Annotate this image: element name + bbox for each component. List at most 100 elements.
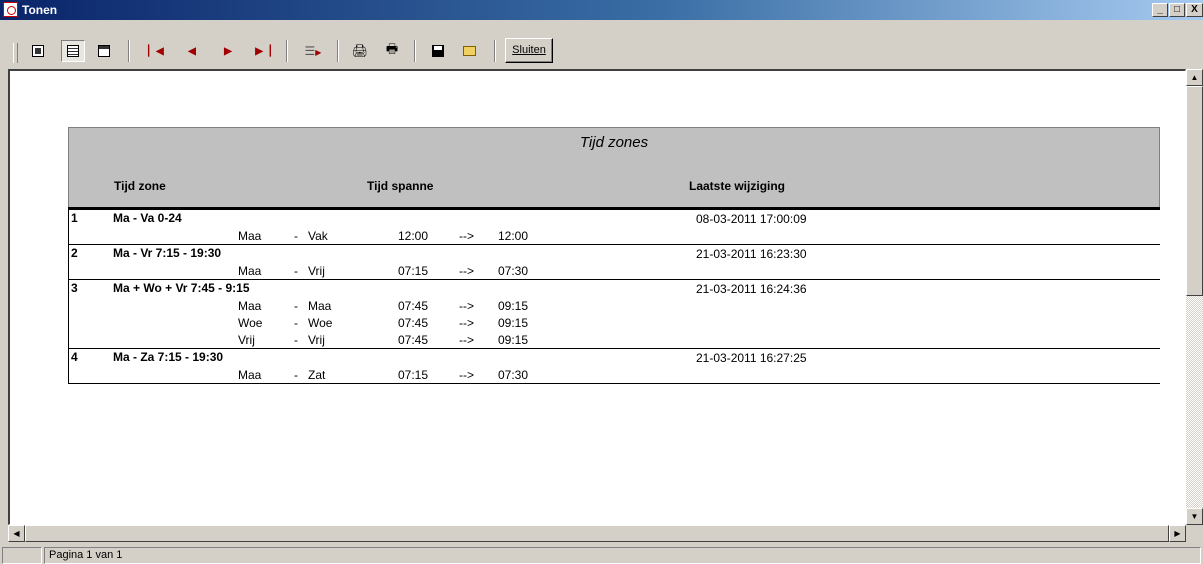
time-span-row: Vrij - Vrij 07:45 --> 09:15 [68, 331, 1160, 348]
span-start-time: 07:15 [398, 368, 429, 382]
span-start-time: 07:45 [398, 333, 429, 347]
toolbar-separator [128, 40, 130, 62]
open-icon [462, 46, 476, 56]
span-from-day: Maa [238, 368, 262, 382]
time-span-row: Maa - Maa 07:45 --> 09:15 [68, 297, 1160, 314]
scroll-down-button[interactable]: ▼ [1186, 508, 1203, 525]
toolbar-separator [337, 40, 339, 62]
vertical-scroll-thumb[interactable] [1186, 86, 1203, 296]
zone-name: Ma - Vr 7:15 - 19:30 [113, 246, 222, 260]
scroll-left-button[interactable]: ◀ [8, 525, 25, 542]
full-page-icon [67, 45, 79, 57]
zone-number: 4 [71, 350, 78, 364]
close-window-button[interactable]: X [1186, 3, 1203, 17]
span-from-day: Maa [238, 264, 262, 278]
span-to-day: Vrij [308, 264, 325, 278]
next-page-icon: ▶ [224, 45, 232, 57]
horizontal-scroll-thumb[interactable] [25, 525, 1169, 542]
time-zone-row: 4 Ma - Za 7:15 - 19:30 21-03-2011 16:27:25 [68, 349, 1160, 366]
span-separator: - [294, 229, 298, 243]
zone-last-modified: 21-03-2011 16:23:30 [696, 247, 807, 261]
maximize-button[interactable]: □ [1169, 3, 1185, 17]
span-arrow: --> [459, 333, 474, 347]
zone-number: 2 [71, 246, 78, 260]
column-header-zone: Tijd zone [114, 179, 166, 193]
span-end-time: 09:15 [498, 299, 529, 313]
span-arrow: --> [459, 229, 474, 243]
span-from-day: Maa [238, 229, 262, 243]
span-to-day: Woe [308, 316, 333, 330]
report-viewport[interactable]: Tijd zones Tijd zone Tijd spanne Laatste… [8, 69, 1186, 525]
time-zone-group: 4 Ma - Za 7:15 - 19:30 21-03-2011 16:27:25… [68, 349, 1160, 384]
status-bar: Pagina 1 van 1 [0, 545, 1203, 564]
toolbar-separator [286, 40, 288, 62]
one-page-icon [32, 45, 44, 57]
previous-page-button[interactable]: ◀ [180, 40, 204, 62]
save-icon [432, 45, 444, 57]
time-zone-row: 1 Ma - Va 0-24 08-03-2011 17:00:09 [68, 210, 1160, 227]
scroll-up-button[interactable]: ▲ [1186, 69, 1203, 86]
zone-name: Ma + Wo + Vr 7:45 - 9:15 [113, 281, 250, 295]
zone-last-modified: 21-03-2011 16:24:36 [696, 282, 807, 296]
title-bar: Tonen _ □ X [0, 0, 1203, 20]
last-page-button[interactable]: ▶▕ [251, 40, 275, 62]
span-to-day: Maa [308, 299, 332, 313]
span-from-day: Woe [238, 316, 263, 330]
zone-last-modified: 21-03-2011 16:27:25 [696, 351, 807, 365]
span-start-time: 12:00 [398, 229, 429, 243]
status-panel-empty [2, 547, 42, 564]
time-span-row: Maa - Vrij 07:15 --> 07:30 [68, 262, 1160, 279]
one-page-button[interactable] [26, 40, 50, 62]
scrollbar-corner [1186, 525, 1203, 542]
print-button[interactable]: 🖶 [380, 40, 404, 62]
multi-page-button[interactable] [92, 40, 116, 62]
toolbar-grip[interactable] [13, 43, 18, 63]
goto-page-button[interactable]: ☰▶ [301, 40, 325, 62]
multi-page-icon [98, 45, 110, 57]
open-button[interactable] [457, 40, 481, 62]
print-setup-button[interactable]: 🖨 [348, 40, 372, 62]
report-page: Tijd zones Tijd zone Tijd spanne Laatste… [68, 127, 1160, 384]
span-to-day: Zat [308, 368, 326, 382]
save-button[interactable] [426, 40, 450, 62]
column-header-changed: Laatste wijziging [689, 179, 786, 193]
full-page-button[interactable] [61, 40, 85, 62]
app-icon[interactable] [3, 2, 18, 17]
span-from-day: Maa [238, 299, 262, 313]
horizontal-scrollbar[interactable]: ◀ ▶ [8, 525, 1186, 542]
report-header: Tijd zones Tijd zone Tijd spanne Laatste… [68, 127, 1160, 207]
span-to-day: Vrij [308, 333, 325, 347]
first-page-icon: ▏◀ [148, 45, 164, 57]
zone-number: 3 [71, 281, 78, 295]
report-title: Tijd zones [579, 134, 649, 151]
report-body: 1 Ma - Va 0-24 08-03-2011 17:00:09 Maa - Vak 1… [68, 210, 1160, 384]
toolbar-separator [494, 40, 496, 62]
span-end-time: 09:15 [498, 316, 529, 330]
sluiten-button[interactable]: Sluiten [505, 38, 553, 63]
span-start-time: 07:45 [398, 299, 429, 313]
time-span-row: Maa - Zat 07:15 --> 07:30 [68, 366, 1160, 383]
zone-name: Ma - Za 7:15 - 19:30 [113, 350, 224, 364]
last-page-icon: ▶▕ [255, 45, 271, 57]
span-start-time: 07:15 [398, 264, 429, 278]
span-arrow: --> [459, 316, 474, 330]
span-arrow: --> [459, 299, 474, 313]
print-setup-icon: 🖨 [351, 43, 369, 58]
first-page-button[interactable]: ▏◀ [144, 40, 168, 62]
span-separator: - [294, 264, 298, 278]
zone-last-modified: 08-03-2011 17:00:09 [696, 212, 807, 226]
time-zone-group: 1 Ma - Va 0-24 08-03-2011 17:00:09 Maa - Vak 1… [68, 210, 1160, 245]
goto-page-icon: ☰▶ [304, 44, 322, 58]
span-separator: - [294, 299, 298, 313]
span-start-time: 07:45 [398, 316, 429, 330]
span-separator: - [294, 333, 298, 347]
minimize-button[interactable]: _ [1152, 3, 1168, 17]
print-icon: 🖶 [385, 41, 399, 56]
time-zone-group: 2 Ma - Vr 7:15 - 19:30 21-03-2011 16:23:30… [68, 245, 1160, 280]
time-span-row: Woe - Woe 07:45 --> 09:15 [68, 314, 1160, 331]
span-end-time: 07:30 [498, 368, 529, 382]
vertical-scrollbar[interactable]: ▲ ▼ [1186, 69, 1203, 525]
span-end-time: 12:00 [498, 229, 529, 243]
scroll-right-button[interactable]: ▶ [1169, 525, 1186, 542]
next-page-button[interactable]: ▶ [216, 40, 240, 62]
